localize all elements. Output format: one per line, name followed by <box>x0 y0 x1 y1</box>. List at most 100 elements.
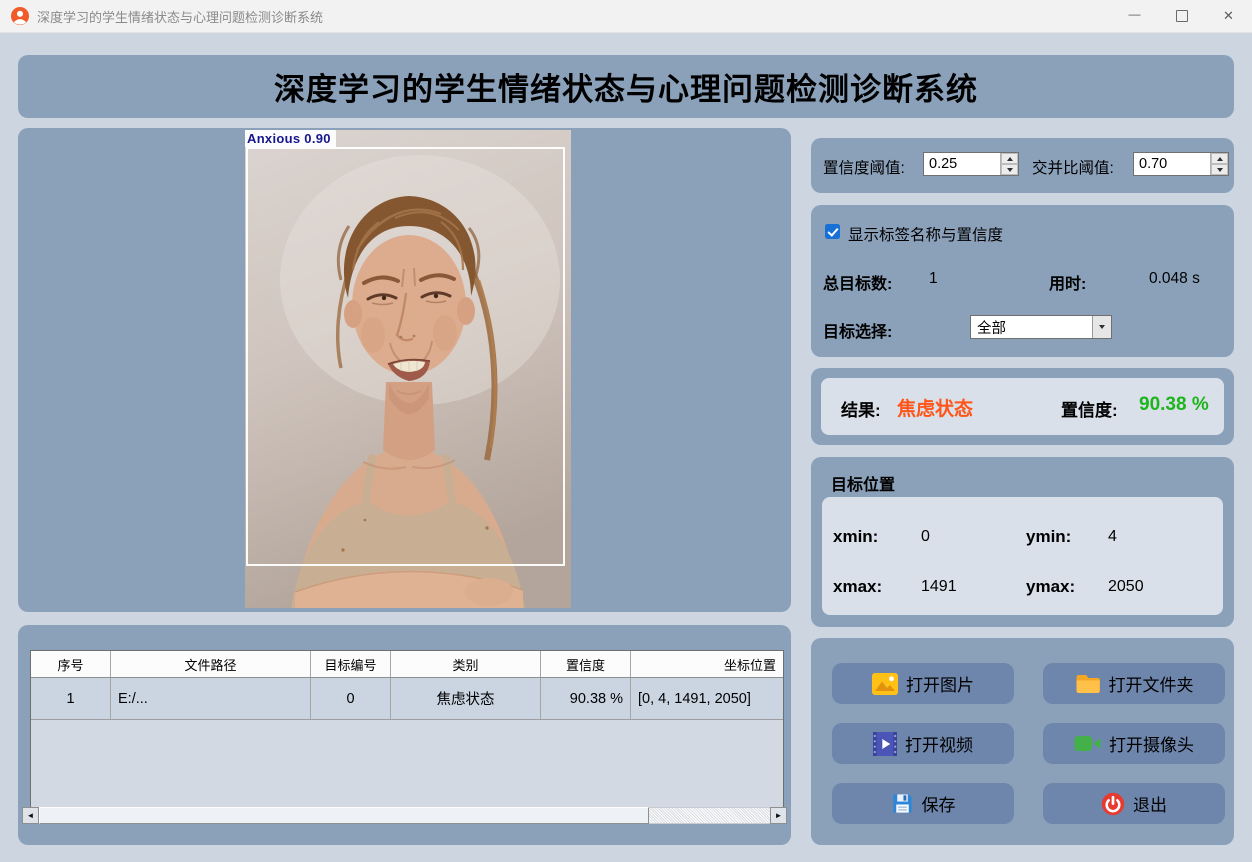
open-folder-button[interactable]: 打开文件夹 <box>1043 663 1225 704</box>
result-confidence-value: 90.38 % <box>1139 394 1209 415</box>
target-position-title: 目标位置 <box>831 477 896 494</box>
cell-category: 焦虑状态 <box>391 678 541 719</box>
window-title: 深度学习的学生情绪状态与心理问题检测诊断系统 <box>37 9 324 25</box>
target-select-dropdown[interactable]: 全部 <box>970 315 1112 339</box>
minimize-button[interactable]: — <box>1111 0 1158 32</box>
iou-spin-up-button[interactable] <box>1211 153 1228 164</box>
titlebar: 深度学习的学生情绪状态与心理问题检测诊断系统 — ✕ <box>0 0 1252 33</box>
cell-coordinates: [0, 4, 1491, 2050] <box>638 690 751 707</box>
power-icon <box>1101 792 1125 815</box>
elapsed-time-label: 用时: <box>1049 276 1087 293</box>
target-select-label: 目标选择: <box>823 324 893 341</box>
confidence-threshold-spinbox[interactable] <box>923 152 1019 176</box>
detection-label: Anxious 0.90 <box>245 130 336 147</box>
confidence-threshold-label: 置信度阈值: <box>823 160 905 177</box>
target-position-box: xmin: 0 ymin: 4 xmax: 1491 ymax: 2050 <box>822 497 1223 615</box>
target-position-panel: 目标位置 xmin: 0 ymin: 4 xmax: 1491 ymax: 20… <box>811 457 1234 627</box>
image-icon <box>872 672 898 695</box>
ymin-label: ymin: <box>1026 527 1072 546</box>
header-file-path[interactable]: 文件路径 <box>111 651 311 677</box>
camera-icon <box>1074 736 1101 751</box>
result-box: 结果: 焦虑状态 置信度: 90.38 % <box>821 378 1224 435</box>
ymax-value: 2050 <box>1108 578 1144 595</box>
cell-target-id: 0 <box>311 678 391 719</box>
iou-threshold-spinbox[interactable] <box>1133 152 1229 176</box>
confidence-spin-buttons <box>1000 153 1018 175</box>
save-label: 保存 <box>921 796 956 815</box>
dropdown-button[interactable] <box>1092 316 1111 338</box>
header-target-id[interactable]: 目标编号 <box>311 651 391 677</box>
thresholds-panel: 置信度阈值: 交并比阈值: <box>811 138 1234 193</box>
show-labels-label: 显示标签名称与置信度 <box>848 227 1004 244</box>
maximize-icon <box>1175 10 1188 22</box>
confidence-threshold-input[interactable] <box>924 153 1000 175</box>
maximize-button[interactable] <box>1158 0 1205 32</box>
minimize-icon: — <box>1128 7 1141 21</box>
exit-label: 退出 <box>1133 796 1167 815</box>
ymin-value: 4 <box>1108 528 1117 545</box>
header-banner: 深度学习的学生情绪状态与心理问题检测诊断系统 <box>18 55 1234 118</box>
target-select-value: 全部 <box>977 320 1006 337</box>
header-coordinates[interactable]: 坐标位置 <box>631 651 783 677</box>
result-confidence-label: 置信度: <box>1061 401 1118 420</box>
scrollbar-thumb[interactable] <box>39 807 649 824</box>
header-index[interactable]: 序号 <box>31 651 111 677</box>
video-icon <box>873 731 897 756</box>
scroll-right-icon: ► <box>774 811 783 820</box>
xmin-value: 0 <box>921 528 930 545</box>
actions-panel: 打开图片 打开文件夹 打开视频 打开摄像头 保存 退出 <box>811 638 1234 845</box>
cell-file-path: E:/... <box>111 678 311 719</box>
options-panel: 显示标签名称与置信度 总目标数: 1 用时: 0.048 s 目标选择: 全部 <box>811 205 1234 357</box>
cell-confidence: 90.38 % <box>541 678 631 719</box>
save-icon <box>892 794 912 813</box>
iou-spin-down-button[interactable] <box>1211 164 1228 175</box>
open-video-label: 打开视频 <box>905 736 973 755</box>
save-button[interactable]: 保存 <box>832 783 1014 824</box>
open-camera-button[interactable]: 打开摄像头 <box>1043 723 1225 764</box>
chevron-down-icon <box>1099 325 1105 329</box>
elapsed-time-value: 0.048 s <box>1149 270 1200 287</box>
detection-bounding-box <box>246 147 565 566</box>
detection-photo: Anxious 0.90 <box>245 130 571 608</box>
total-targets-label: 总目标数: <box>823 276 893 293</box>
table-row[interactable]: 1 E:/... 0 焦虑状态 90.38 % [0, 4, 1491, 205… <box>31 678 783 720</box>
page-title: 深度学习的学生情绪状态与心理问题检测诊断系统 <box>274 72 978 107</box>
scroll-left-button[interactable]: ◄ <box>22 807 39 824</box>
show-labels-checkbox[interactable] <box>825 224 840 239</box>
spinner-down-icon <box>1006 167 1013 172</box>
open-image-label: 打开图片 <box>906 676 974 695</box>
header-category[interactable]: 类别 <box>391 651 541 677</box>
folder-icon <box>1076 674 1100 693</box>
cell-index: 1 <box>31 678 111 719</box>
iou-spin-buttons <box>1210 153 1228 175</box>
open-image-button[interactable]: 打开图片 <box>832 663 1014 704</box>
close-button[interactable]: ✕ <box>1205 0 1252 32</box>
table-header-row: 序号 文件路径 目标编号 类别 置信度 坐标位置 <box>31 651 783 678</box>
results-table: 序号 文件路径 目标编号 类别 置信度 坐标位置 1 E:/... 0 焦虑状态… <box>30 650 784 808</box>
spinner-down-icon <box>1216 167 1223 172</box>
app-logo-icon <box>11 7 29 25</box>
iou-threshold-input[interactable] <box>1134 153 1210 175</box>
scroll-right-button[interactable]: ► <box>770 807 787 824</box>
iou-threshold-label: 交并比阈值: <box>1032 160 1114 177</box>
scroll-left-icon: ◄ <box>26 811 35 820</box>
open-folder-label: 打开文件夹 <box>1108 676 1194 695</box>
ymax-label: ymax: <box>1026 577 1076 596</box>
confidence-spin-up-button[interactable] <box>1001 153 1018 164</box>
result-value: 焦虑状态 <box>897 399 974 420</box>
xmin-label: xmin: <box>833 527 879 546</box>
total-targets-value: 1 <box>929 270 938 287</box>
image-viewer-panel: Anxious 0.90 <box>18 128 791 612</box>
open-video-button[interactable]: 打开视频 <box>832 723 1014 764</box>
open-camera-label: 打开摄像头 <box>1109 736 1194 755</box>
spinner-up-icon <box>1216 156 1223 161</box>
result-label: 结果: <box>841 401 881 420</box>
xmax-label: xmax: <box>833 577 883 596</box>
horizontal-scrollbar[interactable]: ◄ ► <box>22 807 787 824</box>
spinner-up-icon <box>1006 156 1013 161</box>
confidence-spin-down-button[interactable] <box>1001 164 1018 175</box>
results-table-panel: 序号 文件路径 目标编号 类别 置信度 坐标位置 1 E:/... 0 焦虑状态… <box>18 625 791 845</box>
exit-button[interactable]: 退出 <box>1043 783 1225 824</box>
xmax-value: 1491 <box>921 578 957 595</box>
header-confidence[interactable]: 置信度 <box>541 651 631 677</box>
